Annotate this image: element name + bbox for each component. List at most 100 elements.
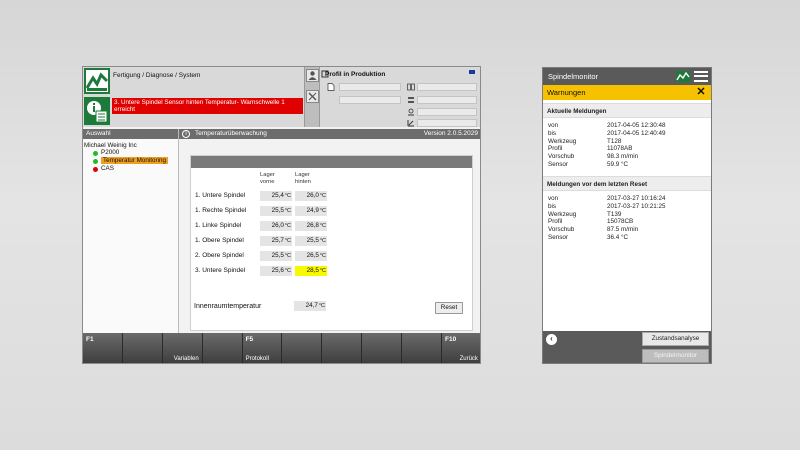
previous-messages-title: Meldungen vor dem letzten Reset — [543, 176, 711, 191]
tree-root[interactable]: Michael Weinig Inc — [83, 139, 178, 149]
state-analysis-button[interactable]: Zustandsanalyse — [642, 332, 709, 346]
app-title: Spindelmonitor — [548, 72, 599, 81]
column-header-back: Lager hinten — [295, 172, 311, 185]
function-key[interactable] — [202, 333, 243, 363]
function-key[interactable] — [322, 333, 363, 363]
tools-icon[interactable] — [306, 90, 319, 103]
field-key: Werkzeug — [548, 137, 577, 145]
message-field: Vorschub 98.3 m/min — [543, 153, 711, 161]
selection-title: Auswahl — [83, 129, 178, 139]
message-field: von 2017-04-05 12:30:48 — [543, 122, 711, 130]
tree-item-label: CAS — [101, 165, 114, 172]
menu-icon[interactable] — [694, 71, 708, 82]
temperature-value-back: 26,8°C — [295, 221, 327, 231]
weinig-logo-icon — [676, 71, 690, 82]
profile-field-5[interactable] — [417, 108, 477, 116]
function-key-number: F10 — [445, 336, 457, 343]
field-key: Werkzeug — [548, 210, 577, 218]
info-icon[interactable]: i — [182, 130, 190, 138]
profile-field-1[interactable] — [339, 83, 401, 91]
user-toolbar — [304, 67, 320, 127]
machine-hmi-screen: Fertigung / Diagnose / System 3. Untere … — [82, 66, 481, 364]
breadcrumb: Fertigung / Diagnose / System — [113, 72, 201, 79]
function-key[interactable] — [362, 333, 403, 363]
weinig-logo-icon[interactable] — [84, 68, 110, 94]
function-key[interactable] — [122, 333, 163, 363]
warnings-header: Warnungen ✕ — [543, 85, 711, 100]
field-value: 2017-03-27 10:16:24 — [607, 195, 666, 202]
hmi-header: Fertigung / Diagnose / System 3. Untere … — [83, 67, 480, 127]
measure-icon — [407, 119, 415, 127]
profile-field-4[interactable] — [417, 96, 477, 104]
tree-item[interactable]: P2000 — [83, 149, 178, 157]
field-value: 98.3 m/min — [607, 153, 639, 161]
flag-icon — [469, 70, 475, 74]
spindle-label: 2. Obere Spindel — [195, 252, 244, 259]
function-key[interactable]: Variablen — [162, 333, 203, 363]
interior-temp-label: Innenraumtemperatur — [194, 303, 262, 310]
function-key[interactable]: F10 Zurück — [442, 333, 480, 363]
spindle-monitor-button[interactable]: Spindelmonitor — [642, 349, 709, 363]
profile-title: Profil in Produktion — [325, 71, 386, 78]
version-label: Version 2.0.5.2029 — [423, 130, 478, 137]
message-field: von 2017-03-27 10:16:24 — [543, 195, 711, 203]
reset-button[interactable]: Reset — [435, 302, 463, 314]
profile-field-2[interactable] — [417, 83, 477, 91]
interior-temp-value: 24,7°C — [294, 301, 326, 311]
temperature-value-front: 25,4°C — [260, 191, 292, 201]
message-field: Werkzeug T139 — [543, 211, 711, 219]
temperature-value-front: 25,7°C — [260, 236, 292, 246]
close-icon[interactable]: ✕ — [694, 86, 708, 99]
spindle-label: 1. Obere Spindel — [195, 237, 244, 244]
field-value: 2017-04-05 12:40:49 — [607, 129, 666, 137]
app-bottom-bar: ‹ Zustandsanalyse Spindelmonitor — [543, 331, 711, 363]
field-value: 59.9 °C — [607, 160, 629, 168]
temperature-card: Lager vorne Lager hinten 1. Untere Spind… — [190, 155, 473, 331]
tree-item-label: Temperatur Monitoring — [101, 157, 168, 164]
function-key[interactable]: F5 Protokoll — [242, 333, 283, 363]
panel-header: i Temperaturüberwachung Version 2.0.5.202… — [179, 129, 480, 139]
field-value: 2017-04-05 12:30:48 — [607, 122, 666, 129]
user-icon[interactable] — [306, 69, 319, 82]
field-key: Vorschub — [548, 226, 575, 234]
function-key[interactable]: F1 — [83, 333, 123, 363]
profile-field-3[interactable] — [339, 96, 401, 104]
message-field: Werkzeug T128 — [543, 138, 711, 146]
card-header-bar — [191, 156, 472, 168]
info-document-icon[interactable] — [84, 97, 110, 125]
function-key-number: F5 — [245, 336, 254, 343]
field-value: 15078CB — [607, 218, 634, 226]
tree-item[interactable]: Temperatur Monitoring — [83, 157, 178, 165]
selection-panel: Auswahl Michael Weinig Inc P2000 Temperat… — [83, 129, 179, 333]
function-key[interactable] — [402, 333, 443, 363]
alarm-message[interactable]: 3. Untere Spindel Sensor hinten Temperat… — [112, 98, 303, 114]
message-field: Sensor 36.4 °C — [543, 234, 711, 242]
temperature-value-front: 25,6°C — [260, 266, 292, 276]
profile-field-6[interactable] — [417, 119, 477, 127]
book-icon — [407, 83, 415, 91]
document-icon — [327, 83, 335, 91]
temperature-value-back: 25,5°C — [295, 236, 327, 246]
field-key: Vorschub — [548, 153, 575, 161]
temperature-value-back: 24,9°C — [295, 206, 327, 216]
function-key-label: Protokoll — [245, 356, 269, 362]
tree-item[interactable]: CAS — [83, 165, 178, 173]
field-key: bis — [548, 202, 557, 210]
function-key[interactable] — [282, 333, 323, 363]
back-icon[interactable]: ‹ — [546, 334, 557, 345]
field-value: 11078AB — [607, 145, 633, 153]
message-field: Vorschub 87.5 m/min — [543, 226, 711, 234]
field-key: Sensor — [548, 160, 568, 168]
message-field: Sensor 59.9 °C — [543, 161, 711, 169]
field-key: von — [548, 122, 559, 129]
temperature-value-back: 28,5°C — [295, 266, 327, 276]
status-dot-icon — [93, 158, 98, 164]
field-value: 36.4 °C — [607, 233, 629, 241]
function-key-bar: F1 Variablen F5 Protokoll F10 Zurück — [83, 333, 480, 363]
column-header-front: Lager vorne — [260, 172, 275, 185]
function-key-number: F1 — [86, 336, 94, 343]
message-field: Profil 15078CB — [543, 218, 711, 226]
spindle-label: 1. Rechte Spindel — [195, 207, 247, 214]
message-field: Profil 11078AB — [543, 145, 711, 153]
spindle-monitor-app: Spindelmonitor Warnungen ✕ Aktuelle Meld… — [542, 67, 712, 364]
